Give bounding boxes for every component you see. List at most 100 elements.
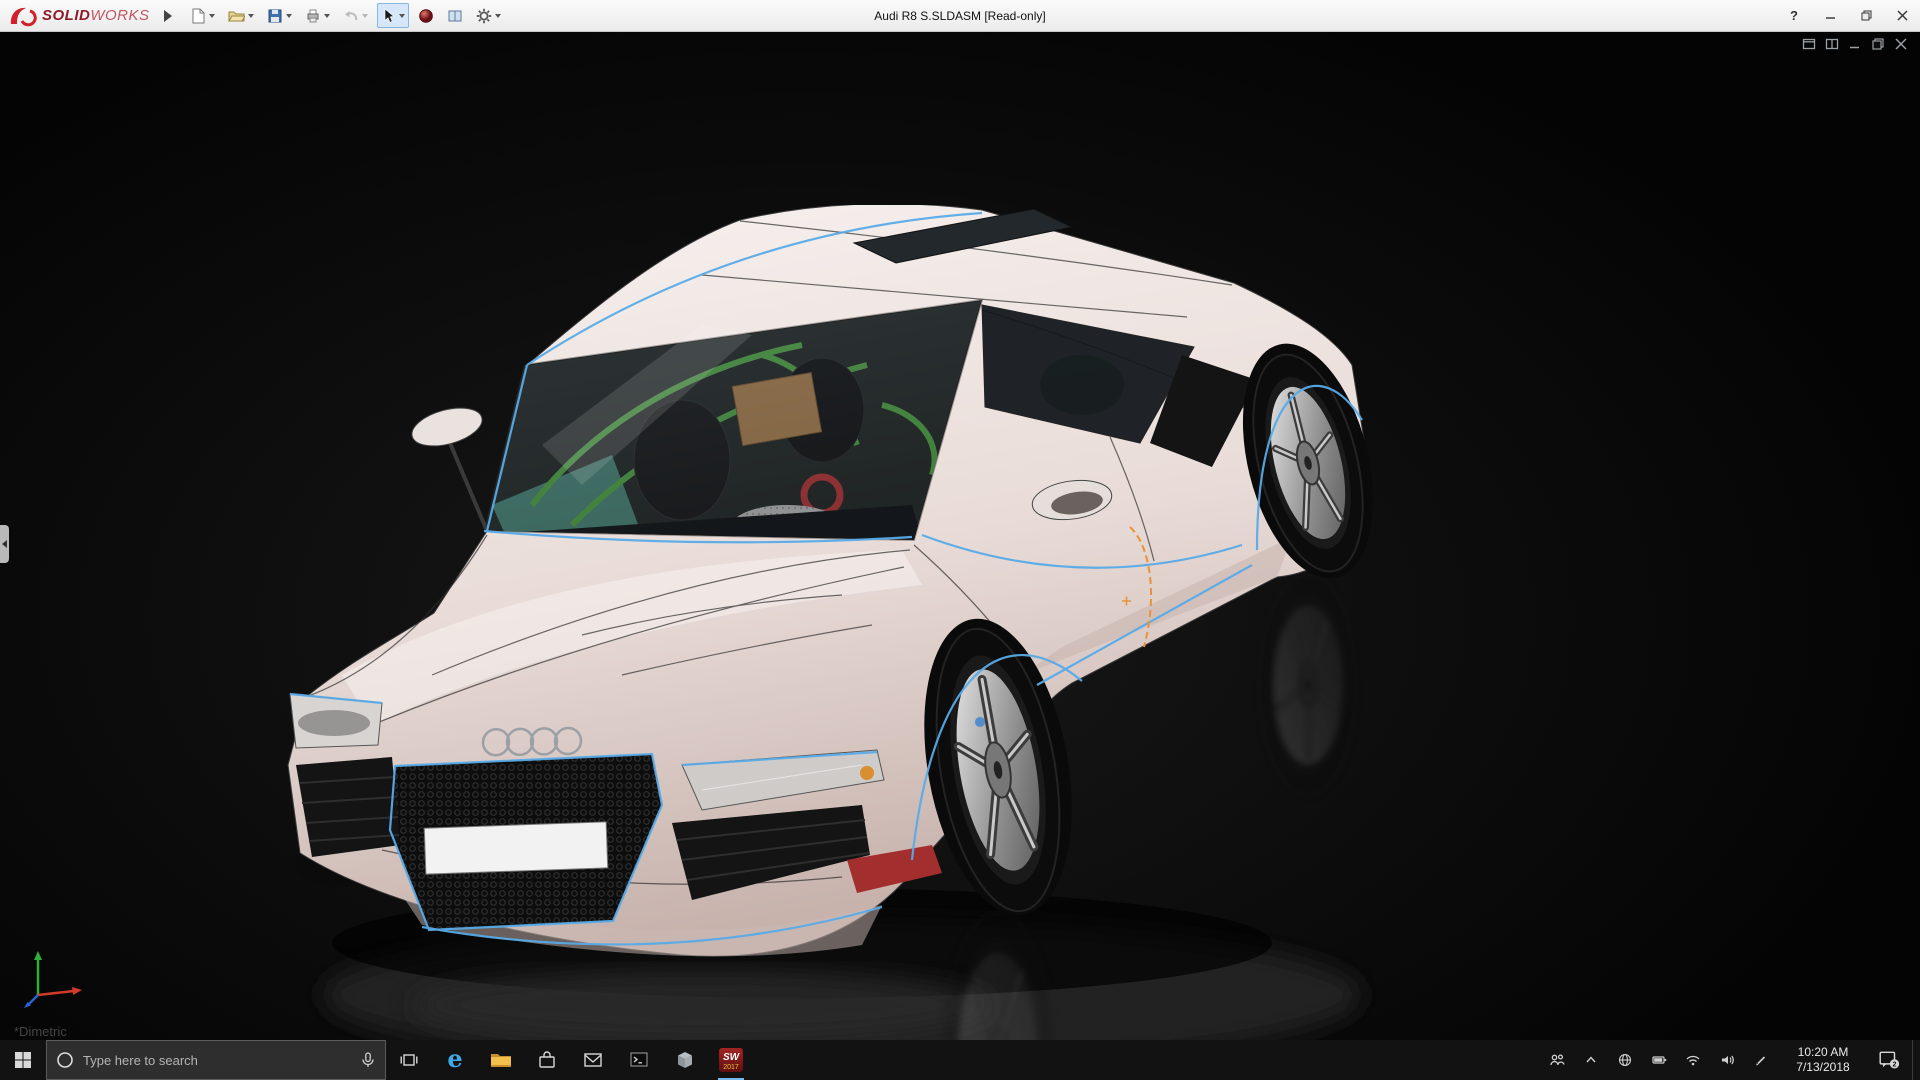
graphics-viewport[interactable]: *Dimetric: [0, 32, 1920, 1040]
left-intake: [296, 757, 400, 857]
turn-signal: [860, 766, 874, 780]
brand-text-solid: SOLID: [42, 7, 90, 24]
command-prompt-button[interactable]: [616, 1040, 662, 1080]
appearance-button[interactable]: [414, 3, 438, 28]
cortana-icon: [55, 1050, 75, 1070]
chevron-up-icon: [1583, 1052, 1599, 1068]
notification-badge: 2: [1893, 1060, 1897, 1068]
mail-envelope-icon: [582, 1049, 604, 1071]
dropdown-caret-icon: [399, 14, 405, 18]
display-pane-button[interactable]: [443, 3, 467, 28]
save-button[interactable]: [263, 3, 296, 28]
new-document-icon: [190, 8, 206, 24]
desktop: SOLIDWORKS: [0, 0, 1920, 1080]
select-cursor-icon: [381, 8, 396, 24]
y-axis-icon: [34, 951, 42, 960]
cube-icon: [674, 1049, 696, 1071]
notification-icon: 2: [1878, 1050, 1900, 1070]
float-window-icon[interactable]: [1802, 37, 1816, 51]
chevron-left-icon: [2, 540, 7, 548]
speaker-icon: [1719, 1052, 1736, 1068]
windows-taskbar: e: [0, 1040, 1920, 1080]
windows-logo-icon: [14, 1051, 32, 1069]
store-button[interactable]: [524, 1040, 570, 1080]
help-button[interactable]: ?: [1776, 0, 1812, 31]
volume-button[interactable]: [1712, 1040, 1742, 1080]
show-desktop-button[interactable]: [1912, 1040, 1918, 1080]
solidworks-logo: SOLIDWORKS: [0, 0, 160, 31]
select-tool-button[interactable]: [377, 3, 409, 28]
open-folder-icon: [228, 8, 245, 24]
maximize-button[interactable]: [1848, 0, 1884, 31]
network-globe-button[interactable]: [1610, 1040, 1640, 1080]
file-explorer-button[interactable]: [478, 1040, 524, 1080]
close-icon: [1897, 10, 1908, 21]
options-gear-icon: [476, 8, 492, 24]
wifi-button[interactable]: [1678, 1040, 1708, 1080]
document-window-controls: [1802, 37, 1908, 51]
mail-button[interactable]: [570, 1040, 616, 1080]
svg-text:SW: SW: [723, 1052, 741, 1063]
battery-icon: [1651, 1052, 1668, 1068]
people-icon: [1548, 1052, 1566, 1068]
titlebar-window-controls: ?: [1776, 0, 1920, 31]
open-button[interactable]: [224, 3, 258, 28]
people-button[interactable]: [1542, 1040, 1572, 1080]
clock-date: 7/13/2018: [1780, 1060, 1866, 1075]
new-document-button[interactable]: [186, 3, 219, 28]
minimize-button[interactable]: [1812, 0, 1848, 31]
save-floppy-icon: [267, 8, 283, 24]
orientation-triad: [22, 947, 94, 1009]
doc-minimize-icon[interactable]: [1848, 37, 1862, 51]
file-explorer-icon: [489, 1048, 513, 1072]
battery-button[interactable]: [1644, 1040, 1674, 1080]
left-mirror: [408, 401, 486, 452]
taskbar-clock[interactable]: 10:20 AM 7/13/2018: [1780, 1040, 1866, 1080]
globe-icon: [1617, 1052, 1633, 1068]
feature-tree-collapse-tab[interactable]: [0, 525, 9, 563]
undo-button[interactable]: [339, 3, 372, 28]
svg-text:e: e: [447, 1047, 462, 1073]
menu-expand-arrow[interactable]: [164, 10, 172, 22]
microphone-icon[interactable]: [359, 1051, 377, 1069]
options-button[interactable]: [472, 3, 505, 28]
store-bag-icon: [536, 1049, 558, 1071]
tile-window-icon[interactable]: [1825, 37, 1839, 51]
car-model-audi-r8[interactable]: [282, 205, 1382, 1040]
dropdown-caret-icon: [495, 14, 501, 18]
search-input[interactable]: [83, 1053, 359, 1068]
start-button[interactable]: [0, 1040, 46, 1080]
doc-close-icon[interactable]: [1894, 37, 1908, 51]
solidworks-app-button[interactable]: SW 2017: [708, 1040, 754, 1080]
taskbar-search[interactable]: [46, 1040, 386, 1080]
print-icon: [305, 8, 321, 24]
svg-text:2017: 2017: [723, 1064, 739, 1071]
command-prompt-icon: [628, 1049, 650, 1071]
license-plate: [424, 822, 607, 874]
brand-text-works: WORKS: [90, 7, 149, 24]
dropdown-caret-icon: [209, 14, 215, 18]
edrawings-button[interactable]: [662, 1040, 708, 1080]
action-center-button[interactable]: 2: [1870, 1040, 1908, 1080]
solidworks-titlebar: SOLIDWORKS: [0, 0, 1920, 32]
quick-access-toolbar: [186, 3, 505, 28]
hidden-icons-button[interactable]: [1576, 1040, 1606, 1080]
edge-icon: e: [442, 1047, 468, 1073]
clock-time: 10:20 AM: [1780, 1045, 1866, 1060]
display-pane-icon: [447, 8, 463, 24]
ds-logo-icon: [8, 5, 38, 27]
view-orientation-label: *Dimetric: [14, 1024, 67, 1039]
pen-icon: [1753, 1052, 1769, 1068]
edge-browser-button[interactable]: e: [432, 1040, 478, 1080]
doc-restore-icon[interactable]: [1871, 37, 1885, 51]
close-button[interactable]: [1884, 0, 1920, 31]
pen-button[interactable]: [1746, 1040, 1776, 1080]
undo-icon: [343, 8, 359, 24]
task-view-button[interactable]: [386, 1040, 432, 1080]
appearance-sphere-icon: [418, 8, 434, 24]
dropdown-caret-icon: [248, 14, 254, 18]
print-button[interactable]: [301, 3, 334, 28]
restore-icon: [1861, 10, 1872, 21]
x-axis-icon: [72, 987, 82, 995]
solidworks-app-icon: SW 2017: [718, 1047, 744, 1073]
